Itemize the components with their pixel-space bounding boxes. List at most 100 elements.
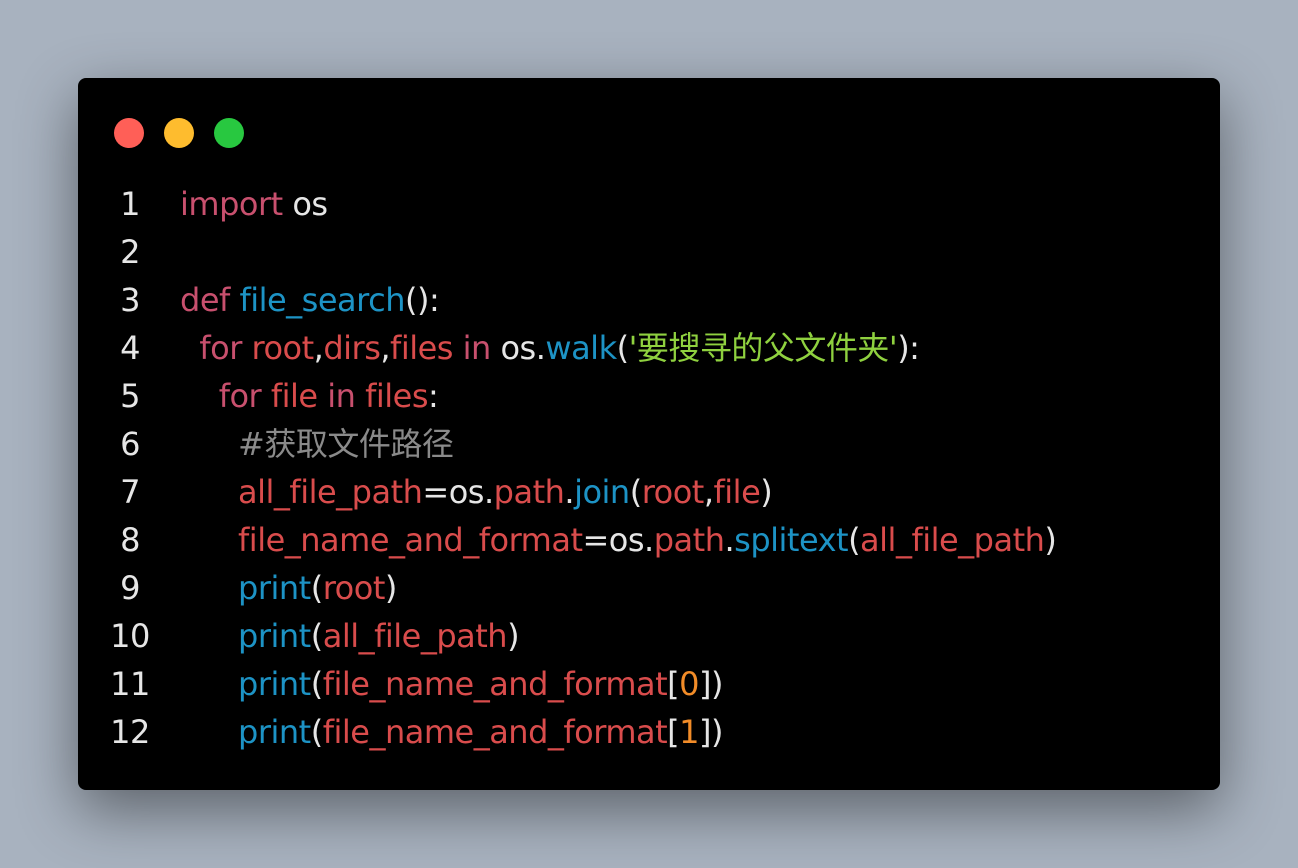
code-line: 6 #获取文件路径: [78, 420, 1220, 468]
code-token-keyword: in: [452, 329, 492, 367]
line-number: 8: [120, 521, 140, 559]
code-token-variable: dirs: [323, 329, 381, 367]
code-text: print(file_name_and_format[0]): [180, 660, 723, 708]
code-token-plain: .: [724, 521, 735, 559]
code-token-keyword: for: [180, 329, 242, 367]
code-token-plain: [: [667, 665, 680, 703]
code-token-comment: #获取文件路径: [180, 425, 454, 463]
code-token-plain: (: [310, 617, 323, 655]
code-token-plain: .: [564, 473, 575, 511]
code-text: file_name_and_format=os.path.splitext(al…: [180, 516, 1057, 564]
code-block: 1 import os 2 3 def file_search(): 4 for root…: [78, 180, 1220, 756]
code-token-plain: (: [310, 713, 323, 751]
code-token-function: join: [574, 473, 630, 511]
line-number: 11: [110, 665, 150, 703]
code-token-variable: all_file_path: [180, 473, 423, 511]
code-token-plain: ,: [380, 329, 391, 367]
code-token-variable: files: [390, 329, 453, 367]
line-number: 3: [120, 281, 140, 319]
code-window: 1 import os 2 3 def file_search(): 4 for root…: [78, 78, 1220, 790]
code-text: for root,dirs,files in os.walk('要搜寻的父文件夹…: [180, 324, 920, 372]
code-token-plain: ): [384, 569, 397, 607]
line-number: 7: [120, 473, 140, 511]
code-token-plain: (: [848, 521, 861, 559]
code-token-variable: root: [322, 569, 386, 607]
code-token-plain: ): [507, 617, 520, 655]
code-line: 2: [78, 228, 1220, 276]
code-token-variable: file_name_and_format: [322, 665, 668, 703]
code-token-variable: root: [641, 473, 705, 511]
code-token-plain: [: [667, 713, 680, 751]
line-number: 12: [110, 713, 150, 751]
code-token-number: 0: [679, 665, 699, 703]
code-token-plain: =os.: [582, 521, 654, 559]
code-token-function: print: [180, 617, 311, 655]
code-token-function: print: [180, 713, 311, 751]
code-token-string: '要搜寻的父文件夹': [628, 329, 898, 367]
code-token-plain: ): [760, 473, 773, 511]
code-token-keyword: import: [180, 185, 283, 223]
code-token-plain: os: [282, 185, 328, 223]
code-token-variable: file: [713, 473, 761, 511]
code-token-keyword: in: [317, 377, 356, 415]
code-text: print(root): [180, 564, 397, 612]
code-token-function: print: [180, 569, 311, 607]
code-token-function: splitext: [734, 521, 849, 559]
code-token-plain: =os.: [422, 473, 494, 511]
line-number: 4: [120, 329, 140, 367]
close-button[interactable]: [114, 118, 144, 148]
code-text: all_file_path=os.path.join(root,file): [180, 468, 773, 516]
code-token-plain: ):: [897, 329, 920, 367]
line-number: 6: [120, 425, 140, 463]
code-text: #获取文件路径: [180, 420, 454, 468]
code-token-plain: ): [1044, 521, 1057, 559]
code-token-number: 1: [679, 713, 699, 751]
code-token-plain: ,: [703, 473, 714, 511]
code-line: 4 for root,dirs,files in os.walk('要搜寻的父文…: [78, 324, 1220, 372]
code-text: print(all_file_path): [180, 612, 520, 660]
maximize-button[interactable]: [214, 118, 244, 148]
code-token-variable: path: [653, 521, 725, 559]
code-line: 1 import os: [78, 180, 1220, 228]
code-line: 8 file_name_and_format=os.path.splitext(…: [78, 516, 1220, 564]
code-line: 5 for file in files:: [78, 372, 1220, 420]
code-token-plain: ,: [313, 329, 324, 367]
code-token-variable: file_name_and_format: [322, 713, 668, 751]
code-token-plain: (: [310, 665, 323, 703]
line-number: 9: [120, 569, 140, 607]
code-token-plain: (: [629, 473, 642, 511]
code-token-plain: :: [428, 377, 439, 415]
code-token-variable: root: [241, 329, 315, 367]
code-token-variable: file: [261, 377, 318, 415]
code-token-plain: ]): [699, 713, 723, 751]
minimize-button[interactable]: [164, 118, 194, 148]
code-line: 11 print(file_name_and_format[0]): [78, 660, 1220, 708]
code-token-variable: file_name_and_format: [180, 521, 583, 559]
code-token-variable: path: [493, 473, 565, 511]
code-token-function: print: [180, 665, 311, 703]
code-token-keyword: def: [180, 281, 230, 319]
code-token-plain: os.: [490, 329, 546, 367]
line-number: 5: [120, 377, 140, 415]
code-token-plain: (: [310, 569, 323, 607]
code-token-function: walk: [545, 329, 617, 367]
code-token-keyword: for: [180, 377, 262, 415]
code-token-variable: all_file_path: [860, 521, 1045, 559]
code-token-variable: all_file_path: [322, 617, 508, 655]
code-line: 3 def file_search():: [78, 276, 1220, 324]
code-line: 12 print(file_name_and_format[1]): [78, 708, 1220, 756]
line-number: 10: [110, 617, 150, 655]
line-number: 2: [120, 233, 140, 271]
code-token-plain: ():: [404, 281, 440, 319]
code-token-function: file_search: [239, 281, 405, 319]
code-token-plain: ]): [699, 665, 723, 703]
line-number: 1: [120, 185, 140, 223]
code-text: print(file_name_and_format[1]): [180, 708, 723, 756]
code-text: def file_search():: [180, 276, 440, 324]
code-token-variable: files: [355, 377, 429, 415]
code-line: 10 print(all_file_path): [78, 612, 1220, 660]
code-line: 7 all_file_path=os.path.join(root,file): [78, 468, 1220, 516]
code-token-plain: (: [616, 329, 629, 367]
code-text: for file in files:: [180, 372, 439, 420]
